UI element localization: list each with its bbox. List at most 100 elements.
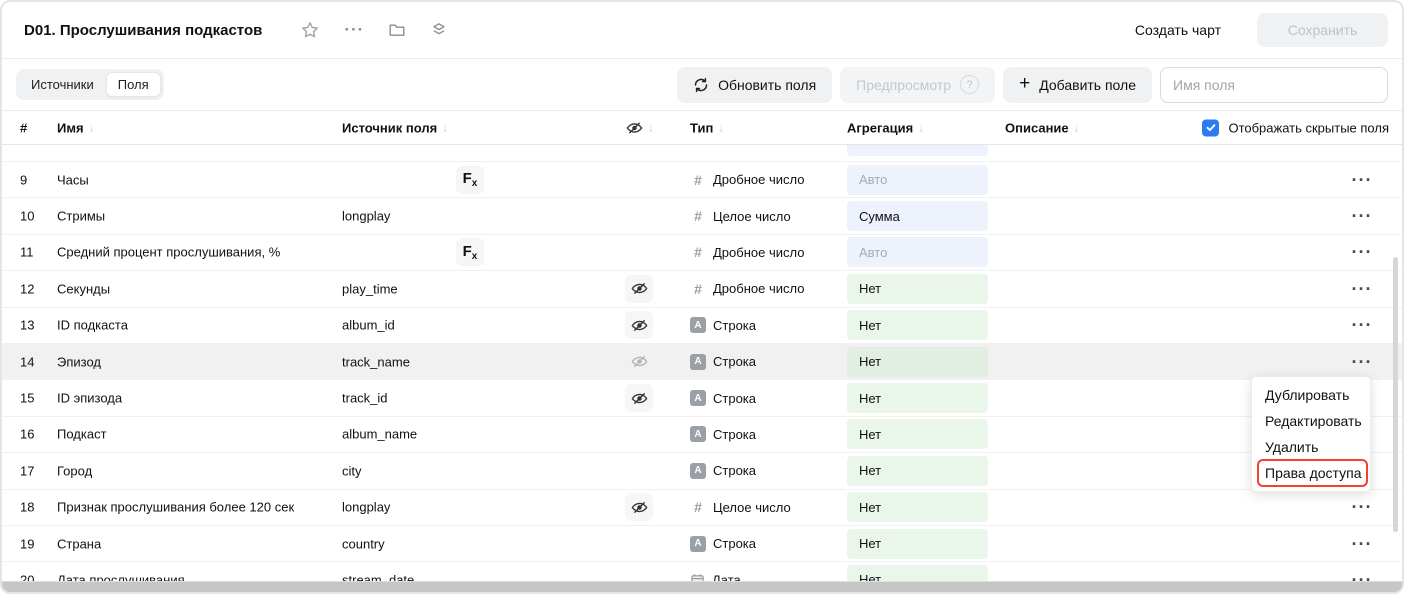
column-header-hidden[interactable]: ↓ <box>626 119 654 136</box>
sort-down-icon: ↓ <box>718 121 724 135</box>
tab-fields[interactable]: Поля <box>106 72 161 97</box>
help-icon: ? <box>960 75 979 94</box>
hidden-eye-off-icon[interactable] <box>625 384 653 412</box>
aggregation-select[interactable]: Нет <box>847 383 988 413</box>
row-menu-button[interactable]: ··· <box>1342 175 1382 185</box>
row-number: 11 <box>20 245 34 260</box>
row-menu-button[interactable]: ··· <box>1342 357 1382 367</box>
field-name[interactable]: Подкаст <box>57 427 107 442</box>
folder-icon[interactable] <box>382 15 412 45</box>
tab-sources[interactable]: Источники <box>19 72 106 97</box>
add-field-button[interactable]: + Добавить поле <box>1003 67 1152 103</box>
row-number: 14 <box>20 354 34 369</box>
number-type-icon: # <box>690 281 706 297</box>
aggregation-select[interactable]: Нет <box>847 419 988 449</box>
row-menu-button[interactable]: ··· <box>1342 539 1382 549</box>
page-title: D01. Прослушивания подкастов <box>24 22 262 39</box>
aggregation-select[interactable]: Нет <box>847 274 988 304</box>
field-name[interactable]: Средний процент прослушивания, % <box>57 245 280 260</box>
field-name[interactable]: ID подкаста <box>57 318 128 333</box>
save-button[interactable]: Сохранить <box>1257 13 1388 47</box>
aggregation-select[interactable]: Сумма <box>847 201 988 231</box>
favorite-star-icon[interactable] <box>294 14 326 46</box>
row-number: 10 <box>20 209 34 224</box>
hidden-eye-off-icon[interactable] <box>625 311 653 339</box>
column-header-aggregation[interactable]: Агрегация↓ <box>847 120 924 135</box>
show-hidden-checkbox[interactable] <box>1202 119 1219 136</box>
table-row[interactable]: 11Средний процент прослушивания, %Fx#Дро… <box>2 235 1402 271</box>
layers-icon[interactable] <box>424 15 454 45</box>
more-actions-icon[interactable]: ··· <box>338 19 370 41</box>
field-name-search-input[interactable] <box>1160 67 1388 103</box>
string-type-icon: A <box>690 426 706 442</box>
context-menu-item[interactable]: Дублировать <box>1252 382 1370 408</box>
view-tabs: Источники Поля <box>16 69 164 100</box>
row-number: 18 <box>20 500 34 515</box>
field-name[interactable]: Эпизод <box>57 354 101 369</box>
string-type-icon: A <box>690 390 706 406</box>
preview-button[interactable]: Предпросмотр ? <box>840 67 995 103</box>
row-menu-button[interactable]: ··· <box>1342 211 1382 221</box>
hidden-eye-off-icon[interactable] <box>625 493 653 521</box>
field-type: #Целое число <box>690 499 791 515</box>
context-menu-item[interactable]: Редактировать <box>1252 408 1370 434</box>
field-name[interactable]: Страна <box>57 536 101 551</box>
refresh-fields-button[interactable]: Обновить поля <box>677 67 832 103</box>
context-menu-item[interactable]: Удалить <box>1252 434 1370 460</box>
table-row[interactable]: 18Признак прослушивания более 120 секlon… <box>2 490 1402 526</box>
row-menu-button[interactable]: ··· <box>1342 284 1382 294</box>
row-menu-button[interactable]: ··· <box>1342 502 1382 512</box>
sort-down-icon: ↓ <box>89 121 95 135</box>
formula-fx-icon: Fx <box>456 166 484 194</box>
formula-chip: Fx <box>456 166 484 194</box>
sort-down-icon: ↓ <box>648 121 654 135</box>
table-row[interactable]: 16Подкастalbum_nameAСтрокаНет··· <box>2 417 1402 453</box>
field-type: AСтрока <box>690 390 756 406</box>
fields-toolbar: Источники Поля Обновить поля Предпросмот… <box>2 59 1402 111</box>
vertical-scrollbar-thumb[interactable] <box>1393 257 1398 532</box>
row-number: 19 <box>20 536 34 551</box>
table-row[interactable]: 17ГородcityAСтрокаНет··· <box>2 453 1402 489</box>
plus-icon: + <box>1019 74 1030 93</box>
aggregation-select[interactable]: Нет <box>847 529 988 559</box>
aggregation-select[interactable]: Авто <box>847 165 988 195</box>
table-row[interactable]: 9ЧасыFx#Дробное числоАвто··· <box>2 162 1402 198</box>
field-name[interactable]: Признак прослушивания более 120 сек <box>57 500 294 515</box>
row-context-menu: ДублироватьРедактироватьУдалитьПрава дос… <box>1251 376 1371 492</box>
context-menu-item[interactable]: Права доступа <box>1252 460 1370 486</box>
field-name[interactable]: Секунды <box>57 281 110 296</box>
table-row[interactable]: 19СтранаcountryAСтрокаНет··· <box>2 526 1402 562</box>
hidden-eye-off-icon[interactable] <box>625 348 653 376</box>
column-header-name[interactable]: Имя↓ <box>57 120 95 135</box>
field-name[interactable]: Стримы <box>57 209 105 224</box>
column-header-description[interactable]: Описание↓ <box>1005 120 1080 135</box>
formula-fx-icon: Fx <box>456 238 484 266</box>
table-row[interactable]: 13ID подкастаalbum_idAСтрокаНет··· <box>2 308 1402 344</box>
column-header-source[interactable]: Источник поля↓ <box>342 120 448 135</box>
aggregation-select[interactable]: Авто <box>847 237 988 267</box>
horizontal-scrollbar-track[interactable] <box>2 581 1402 592</box>
table-row[interactable]: 10Стримыlongplay#Целое числоСумма··· <box>2 198 1402 234</box>
aggregation-select[interactable]: Нет <box>847 310 988 340</box>
table-row[interactable]: 12Секундыplay_time#Дробное числоНет··· <box>2 271 1402 307</box>
column-header-type[interactable]: Тип↓ <box>690 120 724 135</box>
create-chart-button[interactable]: Создать чарт <box>1129 21 1227 39</box>
hidden-eye-off-icon[interactable] <box>625 275 653 303</box>
table-row[interactable]: 14Эпизодtrack_nameAСтрокаНет··· <box>2 344 1402 380</box>
field-type: AСтрока <box>690 354 756 370</box>
table-row[interactable]: 15ID эпизодаtrack_idAСтрокаНет··· <box>2 380 1402 416</box>
field-type: #Целое число <box>690 208 791 224</box>
row-menu-button[interactable]: ··· <box>1342 320 1382 330</box>
field-type: AСтрока <box>690 317 756 333</box>
show-hidden-toggle[interactable]: Отображать скрытые поля <box>1202 119 1389 136</box>
aggregation-select[interactable]: Нет <box>847 492 988 522</box>
string-type-icon: A <box>690 317 706 333</box>
aggregation-select[interactable]: Нет <box>847 456 988 486</box>
number-type-icon: # <box>690 172 706 188</box>
field-type: AСтрока <box>690 463 756 479</box>
row-menu-button[interactable]: ··· <box>1342 247 1382 257</box>
field-name[interactable]: ID эпизода <box>57 391 122 406</box>
field-name[interactable]: Часы <box>57 172 89 187</box>
field-name[interactable]: Город <box>57 463 92 478</box>
aggregation-select[interactable]: Нет <box>847 347 988 377</box>
